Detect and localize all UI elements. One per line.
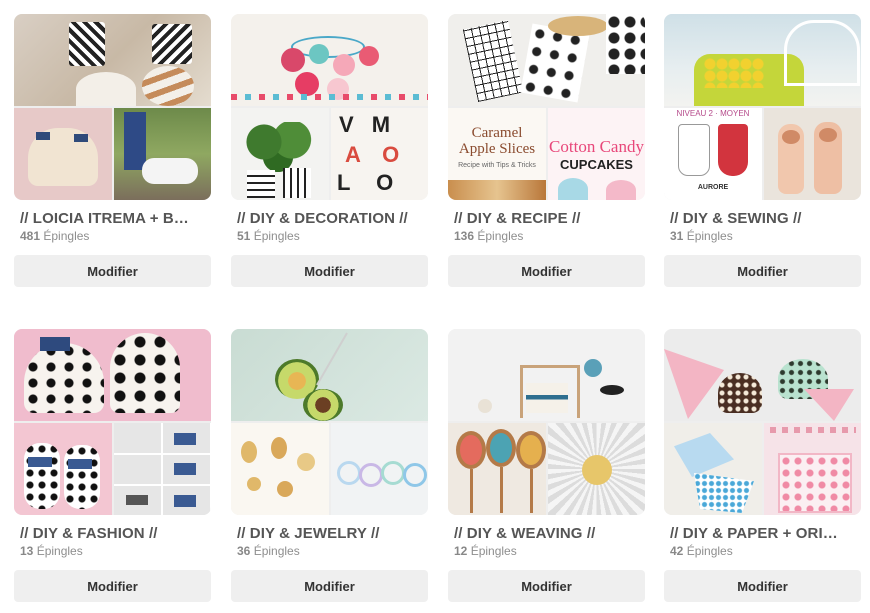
board-cover-image [548,423,645,515]
board-cover-image [448,14,645,106]
pin-count: 51 Épingles [237,229,300,243]
board-cover-image [14,329,211,421]
pin-count: 481 Épingles [20,229,90,243]
board-cover-image: V M A O L O [331,108,428,200]
board-cover[interactable]: NIVEAU 2 · MOYEN AURORE [664,14,861,200]
board-cover-image [764,423,861,515]
board-cover-image [231,423,329,515]
board-cover-image [231,329,428,421]
board-card[interactable]: // DIY & PAPER + ORI… 42 Épingles Modifi… [664,329,861,602]
board-cover-image: Caramel Apple Slices Recipe with Tips & … [448,108,546,200]
board-title[interactable]: // DIY & PAPER + ORI… [670,525,857,542]
board-cover-image: Cotton Candy CUPCAKES [548,108,645,200]
board-cover-image [664,329,861,421]
board-title[interactable]: // DIY & WEAVING // [454,525,641,542]
board-cover-image [231,14,428,106]
edit-board-button[interactable]: Modifier [448,255,645,287]
board-card[interactable]: Caramel Apple Slices Recipe with Tips & … [448,14,645,287]
pattern-name-text: AURORE [697,184,729,191]
board-cover[interactable]: Caramel Apple Slices Recipe with Tips & … [448,14,645,200]
recipe-title-text: Caramel Apple Slices [458,125,536,157]
edit-board-button[interactable]: Modifier [664,255,861,287]
pin-count: 12 Épingles [454,544,517,558]
board-cover-image: NIVEAU 2 · MOYEN AURORE [664,108,762,200]
board-title[interactable]: // DIY & FASHION // [20,525,207,542]
pin-count: 31 Épingles [670,229,733,243]
board-cover-image [331,423,428,515]
board-cover-image [14,14,211,106]
pin-count: 36 Épingles [237,544,300,558]
board-cover[interactable] [14,14,211,200]
edit-board-button[interactable]: Modifier [231,255,428,287]
board-card[interactable]: V M A O L O // DIY & DECORATION // 51 Ép… [231,14,428,287]
board-title[interactable]: // DIY & RECIPE // [454,210,641,227]
pin-count: 42 Épingles [670,544,733,558]
board-cover[interactable]: V M A O L O [231,14,428,200]
cupcake-title-text: Cotton Candy [549,137,644,156]
board-card[interactable]: NIVEAU 2 · MOYEN AURORE // DIY & SEWING … [664,14,861,287]
board-cover[interactable] [448,329,645,515]
board-cover-image [664,423,762,515]
edit-board-button[interactable]: Modifier [231,570,428,602]
board-card[interactable]: // DIY & FASHION // 13 Épingles Modifier [14,329,211,602]
board-cover-image [14,423,112,515]
edit-board-button[interactable]: Modifier [448,570,645,602]
board-cover-image [448,423,546,515]
board-title[interactable]: // DIY & DECORATION // [237,210,424,227]
board-cover-image [231,108,329,200]
board-cover[interactable] [14,329,211,515]
board-title[interactable]: // DIY & JEWELRY // [237,525,424,542]
board-card[interactable]: // DIY & JEWELRY // 36 Épingles Modifier [231,329,428,602]
pin-count: 136 Épingles [454,229,524,243]
board-title[interactable]: // DIY & SEWING // [670,210,857,227]
pattern-level-text: NIVEAU 2 · MOYEN [676,109,750,118]
board-cover-image [14,108,112,200]
board-cover[interactable] [231,329,428,515]
board-card[interactable]: // DIY & WEAVING // 12 Épingles Modifier [448,329,645,602]
board-cover-image [764,108,861,200]
board-cover-image [664,14,861,106]
pin-count: 13 Épingles [20,544,83,558]
board-card[interactable]: // LOICIA ITREMA + B… 481 Épingles Modif… [14,14,211,287]
edit-board-button[interactable]: Modifier [664,570,861,602]
board-cover-image [114,108,211,200]
edit-board-button[interactable]: Modifier [14,570,211,602]
cupcake-subtitle-text: CUPCAKES [560,157,633,172]
recipe-subtitle-text: Recipe with Tips & Tricks [458,162,536,169]
edit-board-button[interactable]: Modifier [14,255,211,287]
board-title[interactable]: // LOICIA ITREMA + B… [20,210,207,227]
board-cover-image [448,329,645,421]
board-cover[interactable] [664,329,861,515]
board-cover-image [114,423,211,515]
